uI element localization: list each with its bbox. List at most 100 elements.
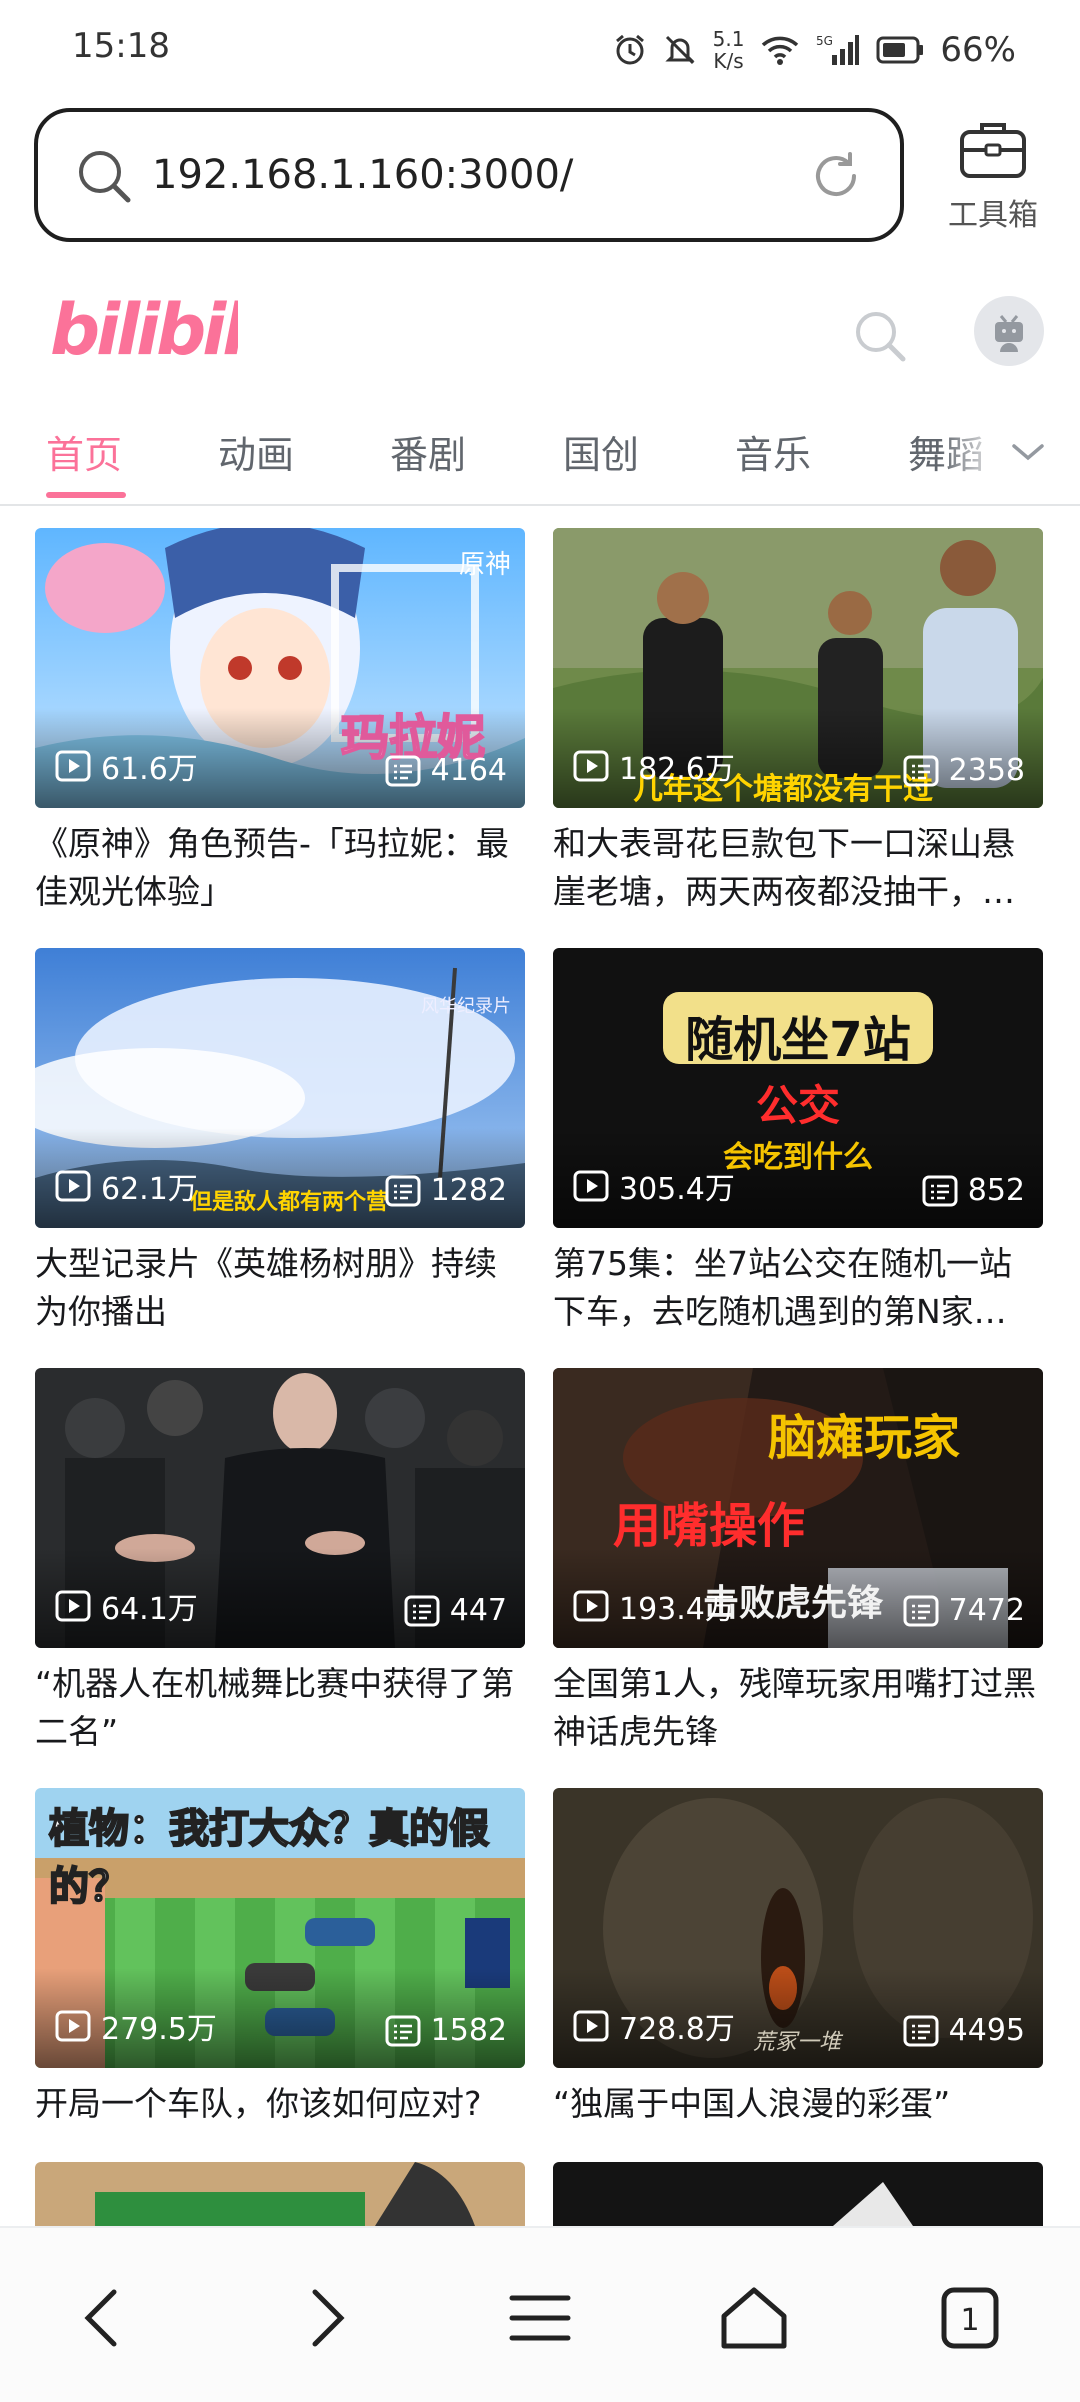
- mute-icon: [664, 35, 695, 65]
- danmaku-count: 1282: [385, 1173, 507, 1208]
- thumbnail-overlay-text: 荒冢一堆: [753, 2030, 842, 2055]
- danmaku-icon: [903, 1595, 939, 1626]
- video-title[interactable]: 《原神》角色预告-「玛拉妮：最佳观光体验」: [35, 820, 525, 916]
- danmaku-count: 4495: [903, 2013, 1025, 2048]
- video-card[interactable]: 植物：我打大众？真的假的？ 279.5万 1582 开局一个车队，你该如何应对?: [35, 1788, 525, 2176]
- play-icon: [55, 1590, 91, 1622]
- alarm-icon: [615, 34, 644, 65]
- tab-active-indicator: [46, 492, 126, 498]
- network-type-label: 5G: [816, 34, 833, 48]
- danmaku-icon: [404, 1595, 440, 1626]
- tab-home[interactable]: 首页: [46, 424, 122, 479]
- view-count: 64.1万: [55, 1584, 198, 1628]
- thumbnail-image: [35, 2162, 525, 2226]
- danmaku-icon: [385, 755, 421, 786]
- tv-face-icon: [995, 315, 1023, 352]
- chevron-right-icon[interactable]: [283, 2278, 363, 2358]
- danmaku-count: 1582: [385, 2013, 507, 2048]
- status-time: 15:18: [72, 26, 170, 66]
- svg-text:bilibili: bilibili: [50, 289, 238, 371]
- video-card[interactable]: 玛拉妮 原神 61.6万 4164 《原神》角色预告-「玛拉妮：最佳观光体验」: [35, 528, 525, 916]
- bilibili-logo[interactable]: bilibili: [48, 282, 238, 372]
- menu-icon[interactable]: [500, 2278, 580, 2358]
- video-card-partial[interactable]: [553, 2162, 1043, 2226]
- video-title[interactable]: 全国第1人，残障玩家用嘴打过黑神话虎先锋: [553, 1660, 1043, 1756]
- search-icon: [79, 151, 131, 203]
- video-card[interactable]: 脑瘫玩家 用嘴操作 击败虎先锋 193.4万 7472 全国第1人，残障玩家用嘴…: [553, 1368, 1043, 1756]
- site-search-icon[interactable]: [852, 308, 910, 366]
- video-thumbnail[interactable]: 玛拉妮 原神 61.6万 4164: [35, 528, 525, 808]
- video-title[interactable]: 和大表哥花巨款包下一口深山悬崖老塘，两天两夜都没抽干，…: [553, 820, 1043, 916]
- view-count: 193.4万: [573, 1584, 735, 1628]
- video-thumbnail[interactable]: 几年这个塘都没有干过 182.6万 2358: [553, 528, 1043, 808]
- video-card[interactable]: 但是敌人都有两个营 风华纪录片 62.1万 1282 大型记录片《英雄杨树朋》持…: [35, 948, 525, 1336]
- danmaku-count: 4164: [385, 753, 507, 788]
- video-card[interactable]: 随机坐7站 公交 会吃到什么 305.4万 852 第75集：坐7站公交在随机一…: [553, 948, 1043, 1336]
- danmaku-count: 447: [404, 1593, 507, 1628]
- reload-icon[interactable]: [808, 148, 864, 204]
- view-count: 305.4万: [573, 1164, 735, 1208]
- play-icon: [573, 1170, 609, 1202]
- danmaku-icon: [903, 2015, 939, 2046]
- chevron-left-icon[interactable]: [66, 2278, 146, 2358]
- view-count: 728.8万: [573, 2004, 735, 2048]
- video-thumbnail[interactable]: 荒冢一堆 728.8万 4495: [553, 1788, 1043, 2068]
- video-title[interactable]: “独属于中国人浪漫的彩蛋”: [553, 2080, 1043, 2128]
- chevron-down-icon[interactable]: [1008, 432, 1048, 472]
- toolbox-button[interactable]: 工具箱: [938, 118, 1048, 248]
- view-count: 62.1万: [55, 1164, 198, 1208]
- video-thumbnail[interactable]: 64.1万 447: [35, 1368, 525, 1648]
- video-thumbnail[interactable]: 随机坐7站 公交 会吃到什么 305.4万 852: [553, 948, 1043, 1228]
- tab-bangumi[interactable]: 番剧: [390, 424, 466, 479]
- thumbnail-overlay-text: 随机坐7站: [685, 1012, 911, 1068]
- danmaku-icon: [903, 755, 939, 786]
- play-icon: [573, 1590, 609, 1622]
- danmaku-icon: [385, 2015, 421, 2046]
- video-title[interactable]: 第75集：坐7站公交在随机一站下车，去吃随机遇到的第N家…: [553, 1240, 1043, 1336]
- video-card-partial[interactable]: [35, 2162, 525, 2226]
- thumbnail-corner-text: 风华纪录片: [421, 996, 511, 1017]
- tab-guochuang[interactable]: 国创: [563, 424, 639, 479]
- play-icon: [573, 750, 609, 782]
- play-icon: [55, 750, 91, 782]
- video-thumbnail[interactable]: 植物：我打大众？真的假的？ 279.5万 1582: [35, 1788, 525, 2068]
- thumbnail-overlay-text: 用嘴操作: [613, 1498, 806, 1554]
- avatar[interactable]: [974, 296, 1044, 366]
- network-speed: 5.1 K/s: [712, 27, 745, 73]
- toolbox-icon: [960, 123, 1026, 178]
- play-icon: [55, 2010, 91, 2042]
- tab-music[interactable]: 音乐: [735, 424, 811, 479]
- tab-count: 1: [960, 2303, 979, 2338]
- thumbnail-overlay-text: 公交: [755, 1081, 840, 1130]
- play-icon: [55, 1170, 91, 1202]
- status-bar: 15:18 5.1 K/s 5G 66%: [0, 0, 1080, 96]
- wifi-icon: [762, 36, 799, 65]
- home-icon[interactable]: [714, 2278, 794, 2358]
- thumbnail-overlay-text: 脑瘫玩家: [768, 1410, 961, 1466]
- video-card[interactable]: 64.1万 447 “机器人在机械舞比赛中获得了第二名”: [35, 1368, 525, 1756]
- video-thumbnail[interactable]: 脑瘫玩家 用嘴操作 击败虎先锋 193.4万 7472: [553, 1368, 1043, 1648]
- view-count: 279.5万: [55, 2004, 217, 2048]
- danmaku-icon: [385, 1175, 421, 1206]
- thumbnail-corner-text: 原神: [458, 550, 511, 580]
- danmaku-icon: [922, 1175, 958, 1206]
- battery-percent: 66%: [940, 30, 1016, 70]
- status-icons: 5.1 K/s 5G 66%: [613, 20, 1016, 80]
- thumbnail-overlay-text: 植物：我打大众？真的假的？: [48, 1805, 490, 1911]
- view-count: 61.6万: [55, 744, 198, 788]
- video-title[interactable]: “机器人在机械舞比赛中获得了第二名”: [35, 1660, 525, 1756]
- danmaku-count: 7472: [903, 1593, 1025, 1628]
- tabs-icon[interactable]: 1: [930, 2278, 1010, 2358]
- address-bar[interactable]: 192.168.1.160:3000/: [34, 108, 904, 242]
- url-text[interactable]: 192.168.1.160:3000/: [152, 152, 573, 198]
- danmaku-count: 2358: [903, 753, 1025, 788]
- thumbnail-overlay-text: 但是敌人都有两个营: [190, 1190, 389, 1215]
- video-title[interactable]: 大型记录片《英雄杨树朋》持续为你播出: [35, 1240, 525, 1336]
- video-card[interactable]: 荒冢一堆 728.8万 4495 “独属于中国人浪漫的彩蛋”: [553, 1788, 1043, 2128]
- play-icon: [573, 2010, 609, 2042]
- thumbnail-image: [553, 2162, 1043, 2226]
- tab-anime[interactable]: 动画: [218, 424, 294, 479]
- video-thumbnail[interactable]: 但是敌人都有两个营 风华纪录片 62.1万 1282: [35, 948, 525, 1228]
- browser-bottom-nav: 1: [0, 2226, 1080, 2402]
- video-card[interactable]: 几年这个塘都没有干过 182.6万 2358 和大表哥花巨款包下一口深山悬崖老塘…: [553, 528, 1043, 916]
